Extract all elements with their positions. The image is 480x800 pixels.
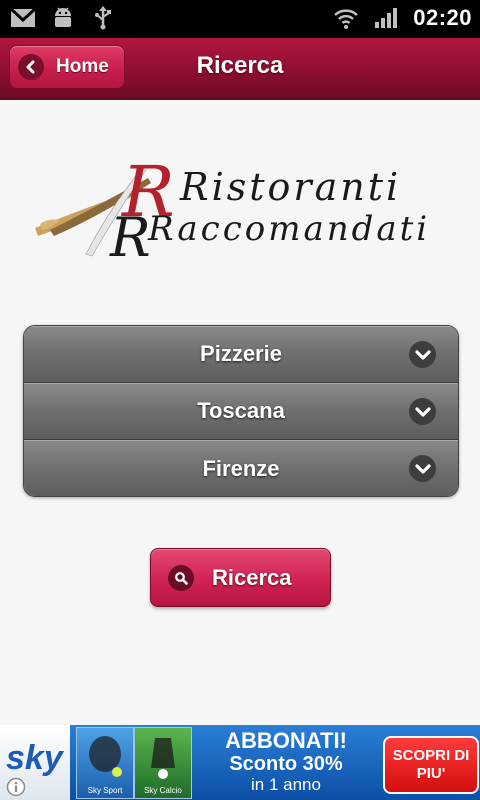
ad-cta-button[interactable]: SCOPRI DI PIU' — [383, 736, 479, 794]
select-type[interactable]: Pizzerie — [24, 326, 458, 383]
logo-line2: Raccomandati — [147, 209, 430, 249]
select-type-label: Pizzerie — [200, 341, 282, 366]
select-city[interactable]: Firenze — [24, 440, 458, 496]
chevron-down-icon — [409, 341, 436, 368]
search-button[interactable]: Ricerca — [150, 548, 331, 607]
header-bar: Home Ricerca — [0, 38, 480, 100]
filter-select-group: Pizzerie Toscana Firenze — [23, 325, 459, 497]
signal-icon — [375, 8, 398, 28]
ad-promo-text: ABBONATI! Sconto 30% in 1 anno — [206, 729, 366, 795]
logo-line1: Ristoranti — [179, 165, 401, 209]
ad-headline: ABBONATI! — [225, 728, 347, 753]
search-icon — [168, 564, 194, 591]
sky-brand-text: sky — [6, 739, 63, 777]
chevron-down-icon — [409, 398, 436, 425]
usb-icon — [95, 6, 111, 30]
ad-discount: Sconto 30% — [229, 753, 343, 775]
ad-banner[interactable]: sky Sky Sport Sky Calcio ABBONATI! Scont… — [0, 725, 480, 800]
gmail-icon — [10, 7, 36, 27]
sky-logo: sky — [0, 725, 70, 800]
wifi-icon — [334, 9, 359, 29]
thumb-caption-calcio: Sky Calcio — [144, 786, 182, 795]
android-debug-icon — [55, 7, 71, 27]
sky-calcio-thumbnail: Sky Calcio — [134, 727, 192, 799]
football-player-icon — [151, 738, 175, 779]
clock: 02:20 — [413, 5, 472, 30]
search-button-label: Ricerca — [212, 564, 292, 590]
select-region[interactable]: Toscana — [24, 383, 458, 440]
sky-sport-thumbnail: Sky Sport — [76, 727, 134, 799]
select-city-label: Firenze — [202, 455, 280, 481]
ristoranti-raccomandati-logo: R R Ristoranti Raccomandati — [35, 151, 430, 260]
page-title: Ricerca — [196, 52, 284, 79]
chevron-down-icon — [409, 455, 436, 482]
svg-text:R: R — [109, 206, 151, 260]
status-bar: 02:20 — [0, 0, 480, 38]
select-region-label: Toscana — [197, 398, 285, 423]
ad-duration: in 1 anno — [251, 775, 321, 794]
thumb-caption-sport: Sky Sport — [87, 786, 123, 795]
tennis-icon — [89, 736, 122, 777]
info-icon[interactable] — [6, 777, 26, 797]
